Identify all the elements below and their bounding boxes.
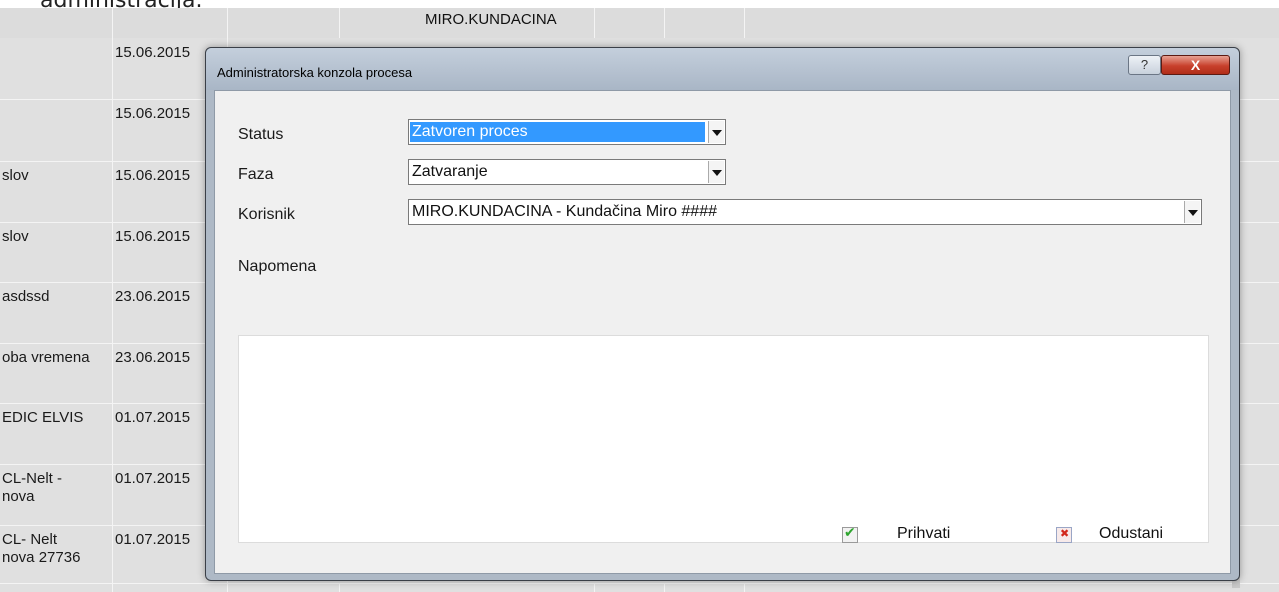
korisnik-value: MIRO.KUNDACINA - Kundačina Miro ####	[412, 203, 717, 220]
help-icon: ?	[1140, 57, 1149, 72]
faza-label: Faza	[238, 166, 274, 183]
process-admin-dialog: Administratorska konzola procesa ? X Sta…	[205, 47, 1240, 581]
napomena-label: Napomena	[238, 258, 317, 275]
napomena-textarea[interactable]	[238, 335, 1209, 543]
table-cell: oba vremena	[0, 343, 113, 403]
table-cell: CL-Nelt - nova	[0, 464, 113, 525]
chevron-down-icon[interactable]	[708, 161, 724, 183]
accept-label: Prihvati	[897, 525, 951, 542]
table-cell: slov	[0, 161, 113, 222]
table-cell: asdssd	[0, 282, 113, 343]
table-cell-line: nova	[2, 488, 35, 505]
table-cell-line: CL- Nelt	[2, 531, 58, 548]
table-cell-date: 01.07.2015	[113, 583, 228, 592]
dialog-title-bar[interactable]: Administratorska konzola procesa ? X	[206, 48, 1239, 90]
cancel-label: Odustani	[1099, 525, 1164, 542]
korisnik-select[interactable]: MIRO.KUNDACINA - Kundačina Miro ####	[408, 199, 1202, 225]
cancel-button[interactable]: Odustani	[1056, 523, 1196, 549]
table-cell-line: CL-Nelt -	[2, 470, 63, 487]
cancel-x-icon	[1056, 527, 1072, 543]
table-row-partial[interactable]: CL - NELT 01.07.2015 01.07.2015 MIRO.KUN…	[0, 583, 1279, 592]
table-cell-user: MIRO.KUNDACINA	[340, 583, 595, 592]
table-cell-number: 610	[595, 583, 665, 592]
status-value: Zatvoren proces	[410, 122, 705, 142]
chevron-down-icon[interactable]	[708, 121, 724, 143]
checkmark-icon	[842, 525, 858, 543]
korisnik-label: Korisnik	[238, 206, 295, 223]
accept-button[interactable]: Prihvati	[842, 523, 962, 549]
table-cell-number: 100.237	[665, 583, 745, 592]
dialog-title: Administratorska konzola procesa	[217, 65, 413, 80]
help-button[interactable]: ?	[1128, 55, 1161, 75]
status-select[interactable]: Zatvoren proces	[408, 119, 726, 145]
table-cell: slov	[0, 222, 113, 282]
dialog-body: Status Zatvoren proces Faza Zatvaranje K…	[214, 90, 1231, 574]
table-cell	[0, 38, 113, 99]
table-header-user: MIRO.KUNDACINA	[425, 11, 557, 28]
faza-select[interactable]: Zatvaranje	[408, 159, 726, 185]
faza-value: Zatvaranje	[412, 163, 488, 180]
table-cell	[0, 99, 113, 161]
table-cell: CL- Nelt nova 27736	[0, 525, 113, 583]
close-button[interactable]: X	[1161, 55, 1230, 75]
table-header-row: MIRO.KUNDACINA	[0, 8, 1279, 38]
table-cell: CL - NELT	[0, 583, 113, 592]
close-icon: X	[1190, 57, 1201, 73]
chevron-down-icon[interactable]	[1184, 201, 1200, 223]
table-cell-date: 01.07.2015	[228, 583, 340, 592]
table-cell-line: nova 27736	[2, 549, 81, 566]
status-label: Status	[238, 126, 284, 143]
table-cell: EDIC ELVIS	[0, 403, 113, 464]
